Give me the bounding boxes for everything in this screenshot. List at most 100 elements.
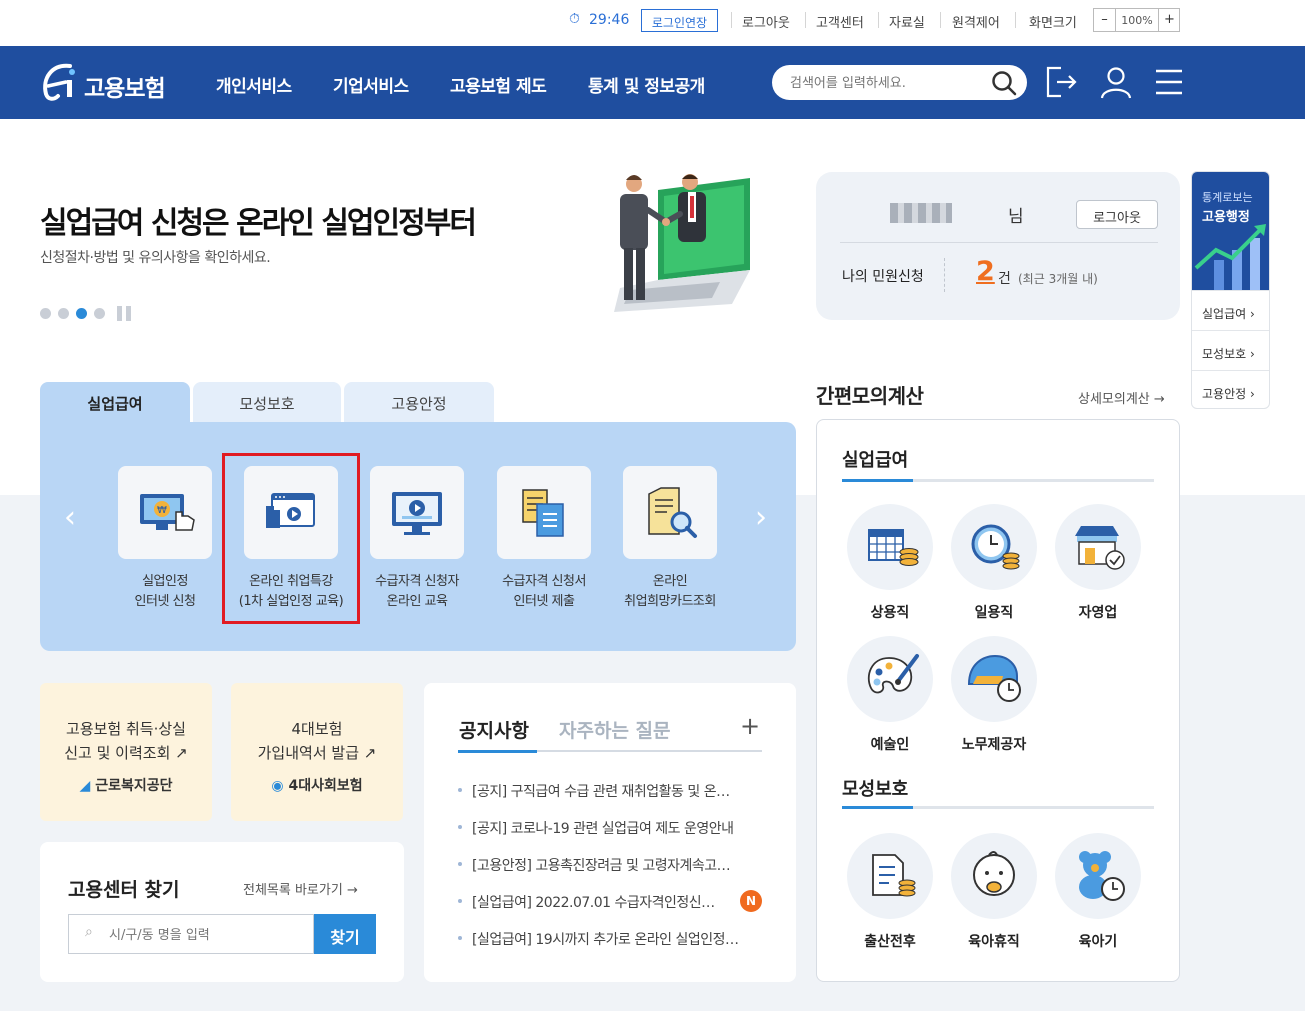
calc-parental-leave[interactable] xyxy=(951,833,1037,919)
zoom-in-button[interactable]: + xyxy=(1158,9,1180,31)
external-link-icon: ↗ xyxy=(175,744,188,762)
service-label: 수급자격 신청서 인터넷 제출 xyxy=(502,574,586,609)
calc-detail-link[interactable]: 상세모의계산 → xyxy=(1078,388,1165,407)
tab-faq[interactable]: 자주하는 질문 xyxy=(559,716,671,743)
screen-size-label: 화면크기 xyxy=(1029,16,1077,31)
divider xyxy=(878,12,879,28)
zoom-control: – 100% + xyxy=(1093,8,1180,32)
calc-label: 예술인 xyxy=(870,737,910,753)
calc-daily-worker[interactable] xyxy=(951,504,1037,590)
service-unemployment-recognition[interactable]: ₩ xyxy=(118,466,212,559)
search-icon: ⌕ xyxy=(85,924,93,940)
pause-icon[interactable] xyxy=(117,306,131,321)
divider xyxy=(944,258,945,292)
slide-dot-1[interactable] xyxy=(40,308,51,319)
all-centers-link[interactable]: 전체목록 바로가기 → xyxy=(243,879,358,898)
arrow-right-icon: → xyxy=(1153,392,1165,407)
quick-item-employment-stability[interactable]: 고용안정 › xyxy=(1192,370,1269,408)
search-input[interactable] xyxy=(790,73,980,93)
baby-face-icon xyxy=(973,851,1015,896)
service-online-job-lecture[interactable] xyxy=(244,466,338,559)
calc-self-employed[interactable] xyxy=(1055,504,1141,590)
logout-icon[interactable] xyxy=(1045,65,1079,99)
teddy-bear-clock-icon xyxy=(1079,851,1125,901)
calc-label: 일용직 xyxy=(974,605,1014,621)
timer-icon: ⏱ xyxy=(569,11,580,27)
user-suffix: 님 xyxy=(1008,207,1024,227)
notice-more-button[interactable]: + xyxy=(740,712,760,740)
center-search-title: 고용센터 찾기 xyxy=(68,879,180,901)
search-icon[interactable] xyxy=(991,70,1017,96)
divider xyxy=(731,12,732,28)
quick-item-maternity[interactable]: 모성보호 › xyxy=(1192,330,1269,370)
bullet xyxy=(458,788,462,792)
bullet xyxy=(458,899,462,903)
arrow-right-icon: → xyxy=(346,883,358,898)
user-icon[interactable] xyxy=(1099,65,1133,99)
menu-icon[interactable] xyxy=(1154,67,1184,97)
divider xyxy=(840,242,1158,243)
tab-maternity[interactable]: 모성보호 xyxy=(193,382,341,424)
center-search-button[interactable]: 찾기 xyxy=(314,914,376,954)
menu-personal-service[interactable]: 개인서비스 xyxy=(216,72,292,97)
notice-item[interactable]: [실업급여] 19시까지 추가로 온라인 실업인정… xyxy=(472,929,739,949)
slide-dot-3-active[interactable] xyxy=(76,308,87,319)
bullet xyxy=(458,936,462,940)
slide-dot-4[interactable] xyxy=(94,308,105,319)
menu-business-service[interactable]: 기업서비스 xyxy=(333,72,409,97)
menu-insurance-system[interactable]: 고용보험 제도 xyxy=(450,72,547,97)
zoom-out-button[interactable]: – xyxy=(1094,9,1116,31)
video-lecture-icon xyxy=(266,493,315,528)
tab-notices[interactable]: 공지사항 xyxy=(459,716,529,743)
request-count[interactable]: 2 xyxy=(976,256,995,287)
calc-labor-provider[interactable] xyxy=(951,636,1037,722)
calc-section-maternity: 모성보호 xyxy=(842,779,909,800)
notice-item[interactable]: [실업급여] 2022.07.01 수급자격인정신… xyxy=(472,892,715,912)
login-info-box: 님 로그아웃 나의 민원신청 2 건 (최근 3개월 내) xyxy=(816,172,1180,320)
logo-text: 고용보험 xyxy=(84,76,166,102)
tab-unemployment[interactable]: 실업급여 xyxy=(40,382,190,424)
logout-link[interactable]: 로그아웃 xyxy=(742,12,790,31)
calc-regular-worker[interactable] xyxy=(847,504,933,590)
center-search-card: 고용센터 찾기 전체목록 바로가기 → ⌕ 찾기 xyxy=(40,842,404,982)
next-arrow-icon[interactable]: › xyxy=(755,500,767,535)
banner-line1: 통계로보는 xyxy=(1202,191,1253,204)
notice-item[interactable]: [공지] 코로나-19 관련 실업급여 제도 운영안내 xyxy=(472,818,734,838)
calc-title: 간편모의계산 xyxy=(816,384,924,408)
monitor-touch-icon: ₩ xyxy=(140,494,195,531)
calc-maternity-leave[interactable] xyxy=(847,833,933,919)
helmet-clock-icon xyxy=(967,654,1021,702)
remote-control-link[interactable]: 원격제어 xyxy=(952,12,1000,31)
prev-arrow-icon[interactable]: ‹ xyxy=(64,500,76,535)
documents-icon xyxy=(522,489,564,537)
center-search-input[interactable] xyxy=(109,925,299,945)
document-search-icon xyxy=(648,487,697,538)
logout-button[interactable]: 로그아웃 xyxy=(1076,200,1158,229)
request-unit: 건 xyxy=(998,271,1011,287)
section-indicator xyxy=(842,806,913,809)
quick-item-unemployment[interactable]: 실업급여 › xyxy=(1192,290,1269,330)
notice-item[interactable]: [고용안정] 고용촉진장려금 및 고령자계속고… xyxy=(472,855,731,875)
tab-employment-stability[interactable]: 고용안정 xyxy=(344,382,494,424)
calc-label: 노무제공자 xyxy=(961,737,1027,753)
active-tab-indicator xyxy=(458,750,537,753)
customer-center-link[interactable]: 고객센터 xyxy=(816,12,864,31)
login-extend-button[interactable]: 로그인연장 xyxy=(641,9,718,32)
menu-statistics[interactable]: 통계 및 정보공개 xyxy=(588,72,705,97)
notice-item[interactable]: [공지] 구직급여 수급 관련 재취업활동 및 온… xyxy=(472,781,730,801)
service-applicant-online-education[interactable] xyxy=(370,466,464,559)
site-logo[interactable]: 고용보험 xyxy=(40,60,180,104)
archive-link[interactable]: 자료실 xyxy=(889,12,925,31)
card-insurance-acquisition[interactable]: 고용보험 취득·상실 신고 및 이력조회 ↗ ◢ 근로복지공단 xyxy=(40,683,212,821)
slide-dot-2[interactable] xyxy=(58,308,69,319)
card-4insurance-certificate[interactable]: 4대보험 가입내역서 발급 ↗ ◉ 4대사회보험 xyxy=(231,683,403,821)
calc-artist[interactable] xyxy=(847,636,933,722)
utility-bar: ⏱ 29:46 로그인연장 로그아웃 고객센터 자료실 원격제어 화면크기 – … xyxy=(0,0,1305,46)
statistics-banner[interactable]: 통계로보는 고용행정 xyxy=(1192,172,1269,290)
bullet xyxy=(458,825,462,829)
service-job-hope-card[interactable] xyxy=(623,466,717,559)
calc-childcare-period[interactable] xyxy=(1055,833,1141,919)
comwel-logo-icon: ◢ xyxy=(79,778,91,794)
request-period: (최근 3개월 내) xyxy=(1018,272,1098,286)
service-application-internet-submit[interactable] xyxy=(497,466,591,559)
